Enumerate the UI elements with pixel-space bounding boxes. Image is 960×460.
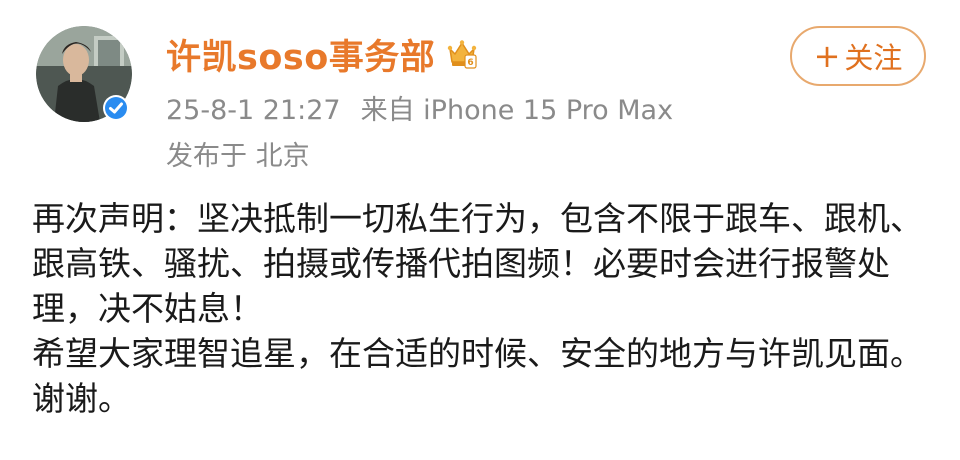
post-header: 许凯soso事务部 6 25-8-1 21:27 来自 iPhone 15 Pro… — [0, 0, 960, 190]
svg-text:6: 6 — [468, 58, 474, 68]
author-name-row: 许凯soso事务部 6 — [166, 26, 479, 82]
post-source: 来自 iPhone 15 Pro Max — [360, 95, 674, 126]
post-paragraph: 希望大家理智追星，在合适的时候、安全的地方与许凯见面。谢谢。 — [32, 334, 923, 418]
post-meta: 25-8-1 21:27 来自 iPhone 15 Pro Max — [166, 88, 673, 127]
verified-badge-icon — [103, 95, 129, 121]
follow-button-label: 关注 — [844, 41, 903, 75]
follow-button[interactable]: + 关注 — [790, 26, 926, 86]
vip-crown-icon[interactable]: 6 — [445, 37, 479, 71]
post-location: 发布于 北京 — [166, 141, 310, 172]
author-name[interactable]: 许凯soso事务部 — [166, 29, 435, 80]
post-timestamp: 25-8-1 21:27 — [166, 95, 341, 126]
plus-icon: + — [813, 37, 841, 75]
post-paragraph: 再次声明：坚决抵制一切私生行为，包含不限于跟车、跟机、跟高铁、骚扰、拍摄或传播代… — [32, 199, 923, 328]
avatar-container[interactable] — [36, 26, 132, 122]
post-body: 再次声明：坚决抵制一切私生行为，包含不限于跟车、跟机、跟高铁、骚扰、拍摄或传播代… — [32, 196, 932, 421]
